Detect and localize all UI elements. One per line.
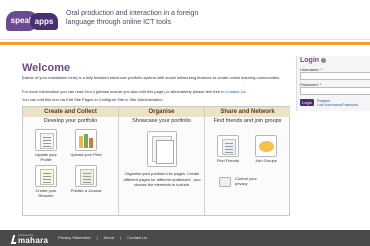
groups-circle-icon: [259, 141, 274, 152]
journal-icon[interactable]: [75, 165, 97, 187]
profile-doc-icon: [40, 133, 54, 149]
lost-password-link[interactable]: Lost Username/Password: [317, 103, 358, 107]
mahara-logo[interactable]: powered by mahara: [10, 233, 49, 245]
privacy-icon[interactable]: [219, 177, 231, 187]
password-field[interactable]: [300, 87, 370, 95]
info-text-after: .: [245, 89, 247, 94]
login-title: Login: [300, 57, 327, 64]
join-groups-label[interactable]: Join Groups: [250, 158, 282, 164]
logo-apps: apps: [30, 13, 58, 30]
mahara-brand-text: mahara: [18, 236, 49, 245]
resume-icon[interactable]: [35, 165, 57, 187]
organise-heading: Organise: [119, 107, 204, 117]
share-network-panel: Share and Network Find friends and join …: [205, 107, 290, 215]
about-link[interactable]: About: [84, 89, 94, 94]
footer: powered by mahara Privacy Statement | Ab…: [0, 230, 370, 246]
info-text: For more information you can read About …: [22, 89, 290, 95]
header: speak apps Oral production and interacti…: [0, 0, 370, 40]
friends-card-icon: [222, 139, 236, 155]
footer-contact-link[interactable]: Contact Us: [127, 235, 147, 240]
header-divider: [0, 42, 370, 45]
files-folders-icon: [79, 134, 95, 148]
share-network-heading: Share and Network: [205, 107, 290, 117]
footer-separator: |: [96, 235, 98, 240]
resume-doc-icon: [40, 169, 54, 185]
journal-doc-icon: [80, 169, 94, 185]
dashboard-panels: Create and Collect Develop your portfoli…: [22, 106, 290, 216]
organise-subtitle: Showcase your portfolio: [132, 118, 191, 124]
page: speak apps Oral production and interacti…: [0, 0, 370, 246]
login-links: Register Lost Username/Password: [317, 99, 358, 107]
help-icon[interactable]: [321, 57, 327, 63]
upload-files-label[interactable]: Upload your Files: [70, 152, 102, 158]
organise-description: Organise your portfolio into pages. Crea…: [123, 171, 201, 187]
share-network-subtitle: Find friends and join groups: [213, 118, 282, 124]
control-privacy-label[interactable]: Control your privacy: [235, 176, 267, 186]
friends-icon[interactable]: [217, 135, 239, 157]
find-friends-label[interactable]: Find Friends: [212, 158, 244, 164]
username-field[interactable]: [300, 72, 370, 80]
create-collect-panel: Create and Collect Develop your portfoli…: [23, 107, 119, 215]
organise-panel: Organise Showcase your portfolio Organis…: [119, 107, 205, 215]
contact-link[interactable]: Contact Us: [226, 89, 246, 94]
create-collect-subtitle: Develop your portfolio: [43, 118, 98, 124]
login-box: Login Username: * Password: * Login Regi…: [296, 56, 370, 111]
publish-journal-label[interactable]: Publish a Journal: [70, 188, 102, 194]
create-resume-label[interactable]: Create your Resume: [30, 188, 62, 198]
login-button[interactable]: Login: [300, 99, 314, 106]
profile-icon[interactable]: [35, 129, 57, 151]
groups-icon[interactable]: [255, 135, 277, 157]
main-content: Welcome [Name of your installation here]…: [22, 46, 290, 216]
info-text-before: For more information you can read: [22, 89, 85, 94]
footer-separator: |: [120, 235, 122, 240]
files-icon[interactable]: [75, 129, 97, 151]
edit-hint-text: You can edit this text via Edit Site Pag…: [22, 97, 163, 102]
footer-links: Privacy Statement | About | Contact Us: [58, 235, 152, 240]
speakapps-logo[interactable]: speak apps: [6, 11, 58, 31]
footer-about-link[interactable]: About: [104, 235, 114, 240]
login-title-text: Login: [300, 57, 320, 64]
page-title: Welcome: [22, 62, 71, 74]
pages-icon[interactable]: [147, 131, 177, 167]
privacy-statement-link[interactable]: Privacy Statement: [58, 235, 90, 240]
site-tagline: Oral production and interaction in a for…: [66, 10, 199, 26]
intro-text: [Name of your installation here] is a fu…: [22, 75, 281, 80]
page-sheet-front: [156, 140, 174, 164]
create-collect-heading: Create and Collect: [23, 107, 118, 117]
info-text-middle: (please ensure you also edit this page) …: [94, 89, 226, 94]
update-profile-label[interactable]: Update your Profile: [30, 152, 62, 162]
